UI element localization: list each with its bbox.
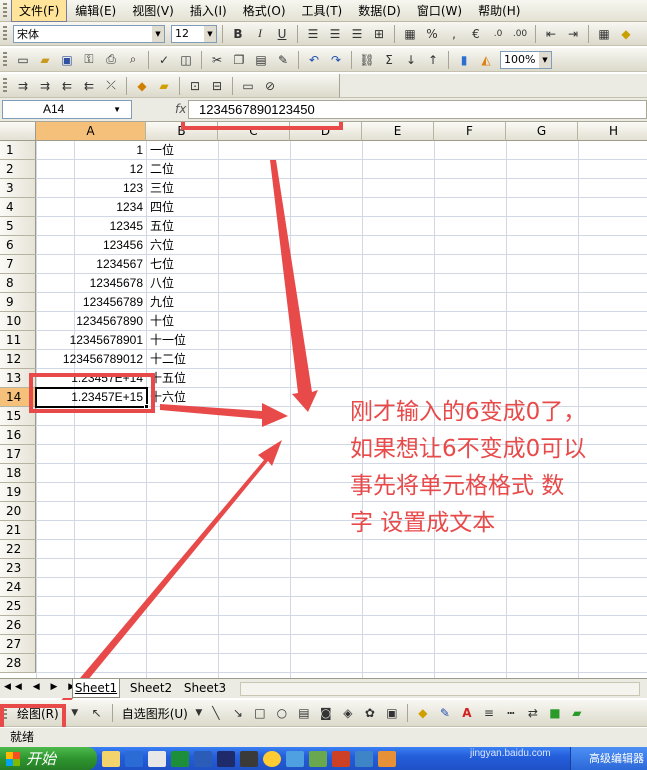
line-style-icon[interactable]: ≡ bbox=[479, 703, 499, 723]
app-icon[interactable] bbox=[378, 750, 396, 767]
word-icon[interactable] bbox=[194, 750, 212, 767]
windows-logo-icon bbox=[6, 751, 20, 766]
app-icon[interactable] bbox=[355, 750, 373, 767]
line-color-icon[interactable]: ✎ bbox=[435, 703, 455, 723]
horizontal-scrollbar[interactable] bbox=[240, 682, 640, 696]
clipart-icon[interactable]: ✿ bbox=[360, 703, 380, 723]
app-icon[interactable] bbox=[332, 750, 350, 767]
arrow-formula-to-text bbox=[270, 160, 318, 412]
arrow-icon[interactable]: ↘ bbox=[228, 703, 248, 723]
excel-icon[interactable] bbox=[171, 750, 189, 767]
taskbar-window-button[interactable]: 高级编辑器 bbox=[570, 747, 647, 770]
diagram-icon[interactable]: ◈ bbox=[338, 703, 358, 723]
windows-taskbar: 开始 jingyan.baidu.com 高级编辑器 bbox=[0, 747, 647, 770]
tab-sheet1[interactable]: Sheet1 bbox=[72, 679, 120, 698]
sheet-tab-bar: ◀◀ ◀ ▶ ▶▶ Sheet1 Sheet2 Sheet3 bbox=[0, 678, 647, 698]
start-button[interactable]: 开始 bbox=[0, 747, 97, 770]
textbox-icon[interactable]: ▤ bbox=[294, 703, 314, 723]
app-icon[interactable] bbox=[286, 750, 304, 767]
oval-icon[interactable]: ○ bbox=[272, 703, 292, 723]
3d-style-icon[interactable]: ▰ bbox=[567, 703, 587, 723]
folder-icon[interactable] bbox=[102, 750, 120, 767]
rectangle-icon[interactable]: □ bbox=[250, 703, 270, 723]
font-color-icon[interactable]: A bbox=[457, 703, 477, 723]
tab-sheet3[interactable]: Sheet3 bbox=[180, 679, 230, 698]
taskbar-window-label: 高级编辑器 bbox=[589, 752, 644, 765]
separator bbox=[111, 704, 113, 722]
browser-icon[interactable] bbox=[125, 750, 143, 767]
chevron-down-icon[interactable]: ▼ bbox=[65, 703, 85, 723]
tab-sheet2[interactable]: Sheet2 bbox=[126, 679, 176, 698]
qq-icon[interactable] bbox=[263, 750, 281, 767]
app-icon[interactable] bbox=[240, 750, 258, 767]
arrow-cell-to-text bbox=[160, 403, 288, 427]
app-icon[interactable] bbox=[309, 750, 327, 767]
app-icon[interactable] bbox=[148, 750, 166, 767]
drawing-toolbar: 绘图(R) ▼ ↖ 自选图形(U) ▼ ╲ ↘ □ ○ ▤ ◙ ◈ ✿ ▣ ◆ … bbox=[0, 700, 647, 727]
arrow-style-icon[interactable]: ⇄ bbox=[523, 703, 543, 723]
shadow-style-icon[interactable]: ■ bbox=[545, 703, 565, 723]
picture-icon[interactable]: ▣ bbox=[382, 703, 402, 723]
separator bbox=[406, 704, 408, 722]
fill-color-icon[interactable]: ◆ bbox=[413, 703, 433, 723]
status-bar: 就绪 bbox=[0, 727, 647, 747]
wordart-icon[interactable]: ◙ bbox=[316, 703, 336, 723]
watermark-text: jingyan.baidu.com bbox=[470, 748, 551, 759]
dash-style-icon[interactable]: ┅ bbox=[501, 703, 521, 723]
line-icon[interactable]: ╲ bbox=[206, 703, 226, 723]
annotation-arrows bbox=[48, 160, 318, 720]
select-objects-icon[interactable]: ↖ bbox=[87, 703, 107, 723]
start-label: 开始 bbox=[26, 750, 57, 768]
photoshop-icon[interactable] bbox=[217, 750, 235, 767]
autoshapes-button[interactable]: 自选图形(U) bbox=[118, 704, 192, 723]
status-text: 就绪 bbox=[10, 730, 35, 744]
chevron-down-icon[interactable]: ▼ bbox=[194, 703, 204, 723]
